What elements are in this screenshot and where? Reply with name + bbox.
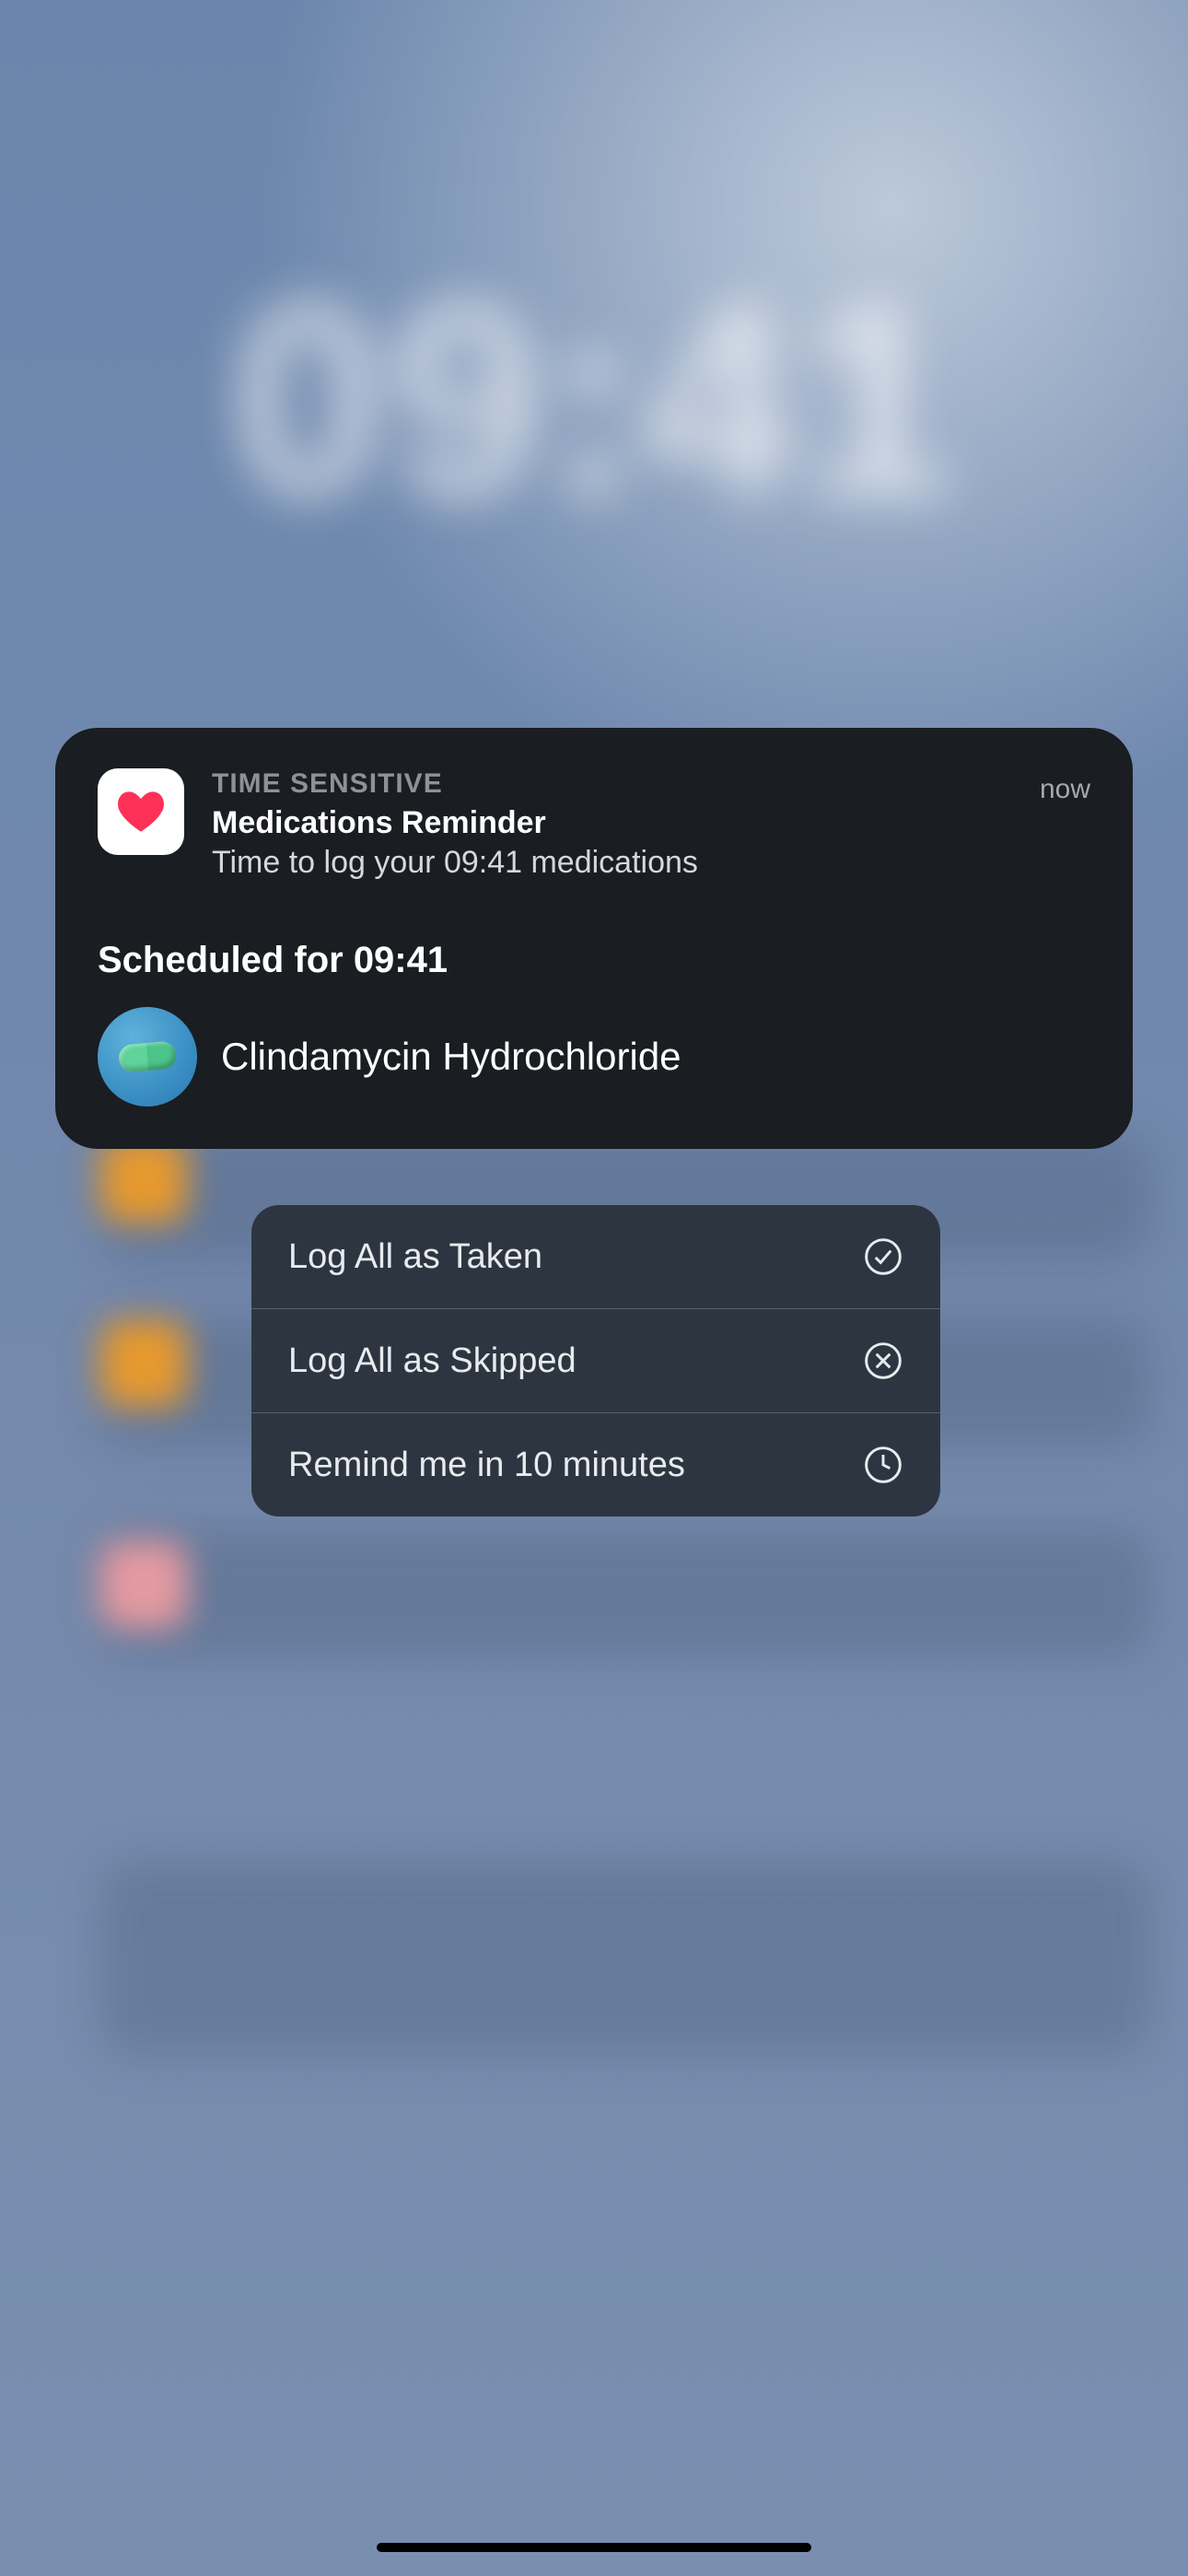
blurred-notification xyxy=(101,1861,1151,2055)
log-all-taken-button[interactable]: Log All as Taken xyxy=(251,1205,940,1308)
action-label: Log All as Taken xyxy=(288,1237,542,1277)
medication-name: Clindamycin Hydrochloride xyxy=(221,1035,681,1079)
notification-timestamp: now xyxy=(1040,768,1090,805)
blurred-app-icon xyxy=(99,1319,188,1408)
blurred-notification xyxy=(101,1529,1151,1658)
remind-later-button[interactable]: Remind me in 10 minutes xyxy=(251,1412,940,1516)
action-label: Remind me in 10 minutes xyxy=(288,1446,685,1485)
action-label: Log All as Skipped xyxy=(288,1341,577,1381)
home-indicator[interactable] xyxy=(377,2543,811,2552)
log-all-skipped-button[interactable]: Log All as Skipped xyxy=(251,1308,940,1412)
lockscreen-time: 09:41 xyxy=(0,240,1188,558)
scheduled-heading: Scheduled for 09:41 xyxy=(98,940,1090,981)
notification-actions-menu: Log All as Taken Log All as Skipped Remi… xyxy=(251,1205,940,1516)
pill-icon xyxy=(98,1007,197,1107)
checkmark-circle-icon xyxy=(863,1236,903,1277)
x-circle-icon xyxy=(863,1341,903,1381)
notification-title: Medications Reminder xyxy=(212,805,1012,841)
blurred-app-icon xyxy=(99,1540,188,1629)
lockscreen-background: 09:41 TIME SENSITIVE Medications Reminde… xyxy=(0,0,1188,2576)
clock-icon xyxy=(863,1445,903,1485)
medications-reminder-notification[interactable]: TIME SENSITIVE Medications Reminder Time… xyxy=(55,728,1133,1149)
time-sensitive-badge: TIME SENSITIVE xyxy=(212,768,1012,800)
medication-item: Clindamycin Hydrochloride xyxy=(98,1007,1090,1110)
notification-subtitle: Time to log your 09:41 medications xyxy=(212,845,1012,881)
notification-header: TIME SENSITIVE Medications Reminder Time… xyxy=(98,768,1090,881)
health-app-icon xyxy=(98,768,184,855)
